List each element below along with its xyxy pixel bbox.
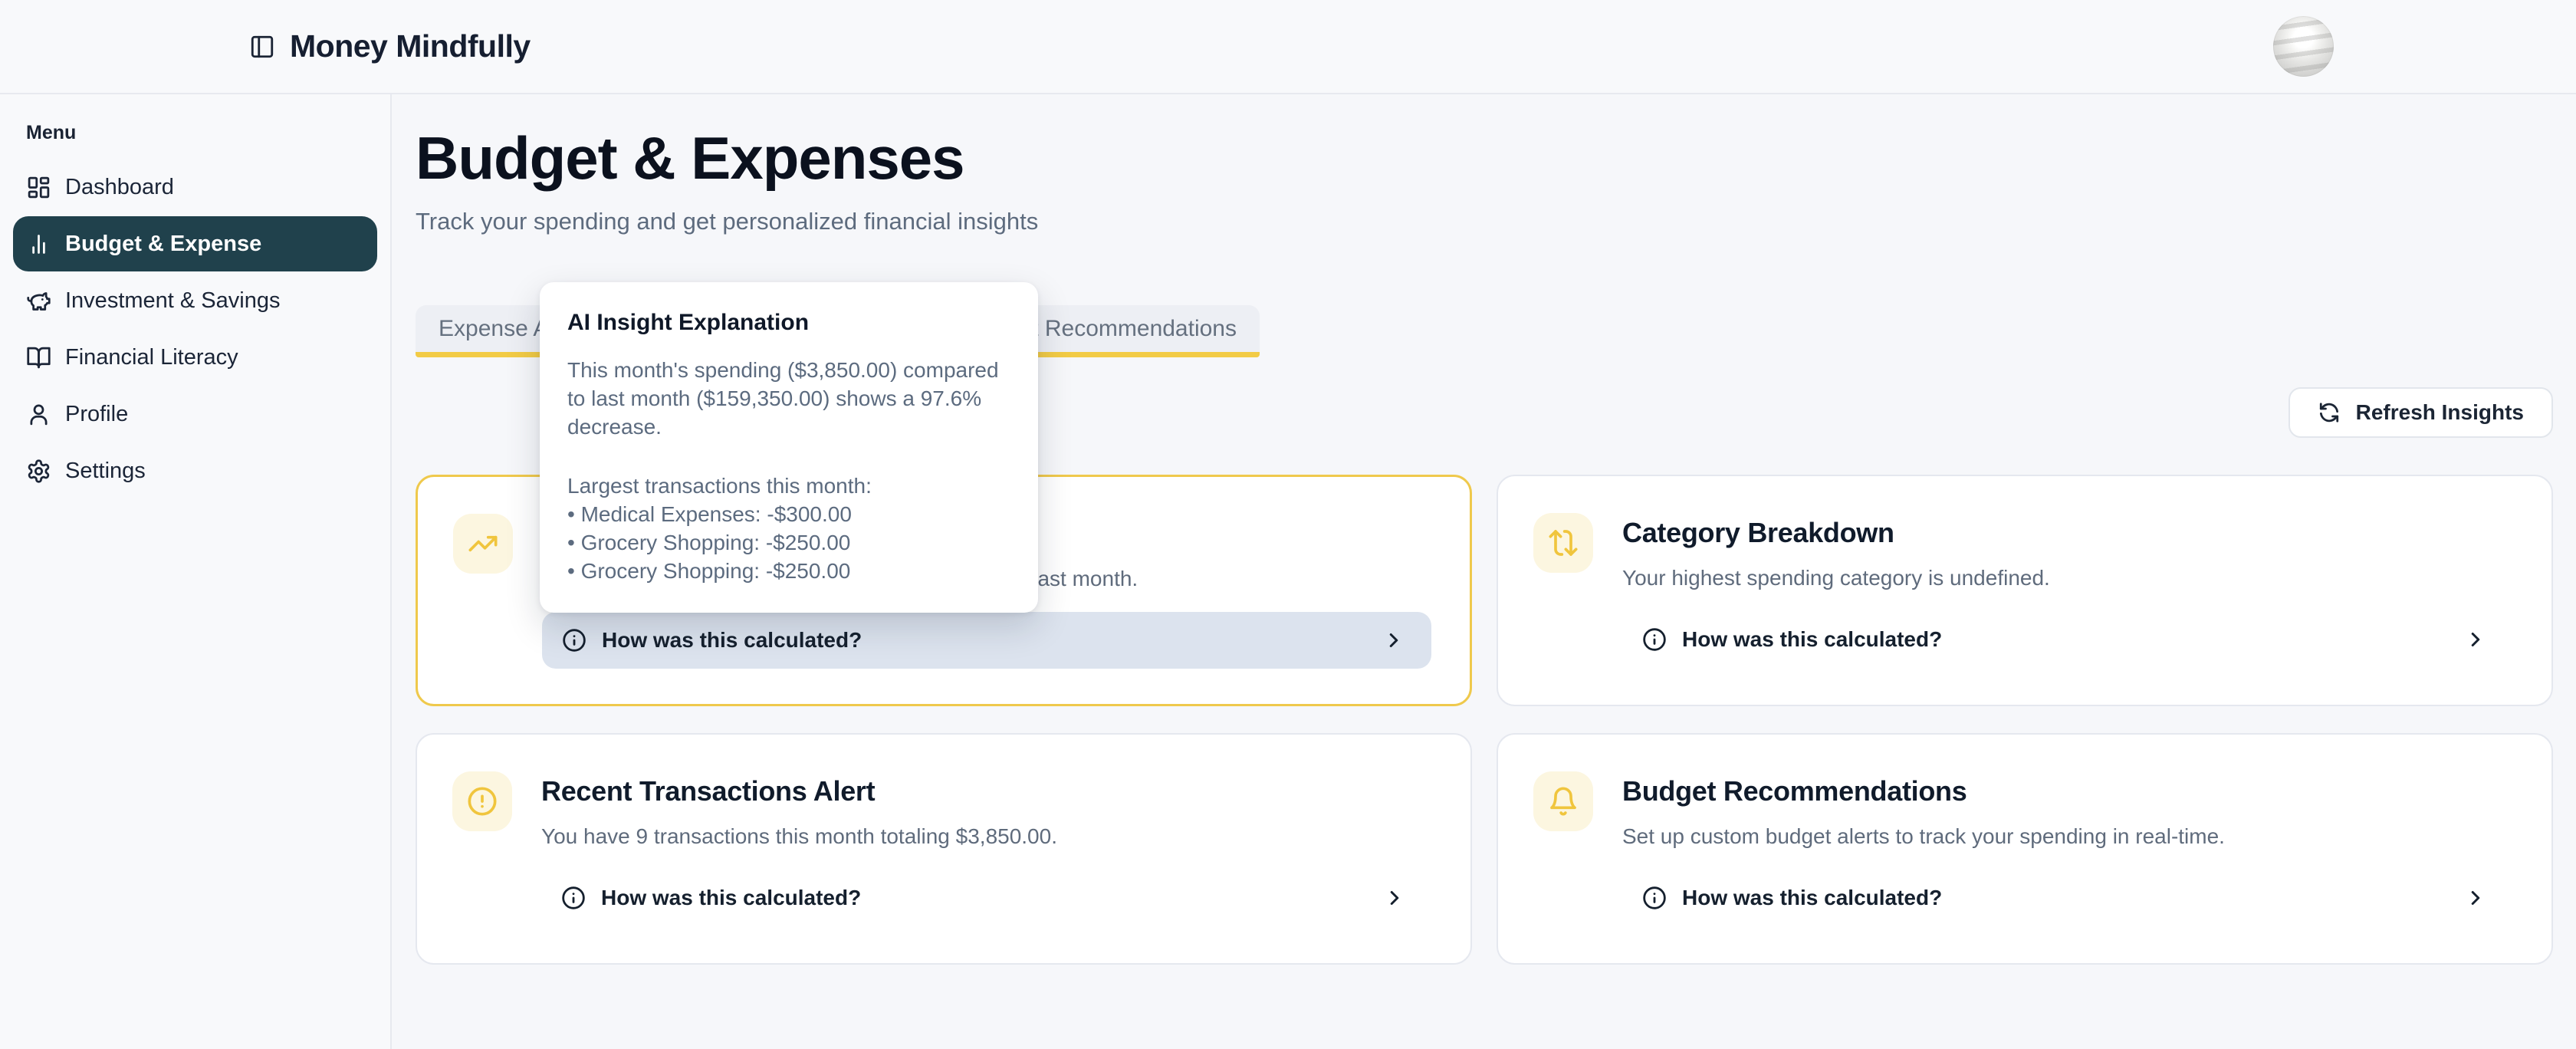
user-icon — [26, 402, 51, 427]
sidebar-item-investment-savings[interactable]: Investment & Savings — [13, 273, 377, 328]
card-description: Set up custom budget alerts to track you… — [1622, 822, 2513, 851]
refresh-icon — [2318, 401, 2341, 424]
how-calculated-label: How was this calculated? — [1682, 627, 1942, 652]
chevron-right-icon — [1383, 886, 1406, 909]
tooltip-paragraph: This month's spending ($3,850.00) compar… — [567, 356, 1010, 441]
page-title: Budget & Expenses — [416, 123, 2576, 192]
sidebar-item-budget-expense[interactable]: Budget & Expense — [13, 216, 377, 271]
gear-icon — [26, 459, 51, 484]
chevron-right-icon — [2464, 886, 2487, 909]
chevron-right-icon — [1382, 629, 1405, 652]
card-category-breakdown: Category Breakdown Your highest spending… — [1497, 475, 2553, 706]
piggy-bank-icon — [26, 288, 51, 314]
how-calculated-label: How was this calculated? — [1682, 886, 1942, 910]
tooltip-transactions-heading: Largest transactions this month: — [567, 472, 1010, 500]
how-calculated-button[interactable]: How was this calculated? — [1622, 611, 2513, 668]
tooltip-transaction-item: • Medical Expenses: -$300.00 — [567, 500, 1010, 528]
how-calculated-button[interactable]: How was this calculated? — [541, 870, 1432, 926]
tooltip-transaction-item: • Grocery Shopping: -$250.00 — [567, 528, 1010, 557]
app-header: Money Mindfully — [0, 0, 2576, 94]
info-icon — [562, 628, 586, 653]
sidebar-item-label: Profile — [65, 402, 128, 427]
chevron-right-icon — [2464, 628, 2487, 651]
sidebar-item-dashboard[interactable]: Dashboard — [13, 159, 377, 215]
user-avatar[interactable] — [2273, 16, 2334, 77]
how-calculated-label: How was this calculated? — [602, 628, 862, 653]
refresh-insights-button[interactable]: Refresh Insights — [2288, 387, 2553, 438]
sidebar-item-label: Investment & Savings — [65, 288, 280, 314]
card-description: Your highest spending category is undefi… — [1622, 564, 2513, 593]
tooltip-title: AI Insight Explanation — [567, 310, 1010, 336]
page-subtitle: Track your spending and get personalized… — [416, 205, 2576, 238]
sidebar-item-settings[interactable]: Settings — [13, 443, 377, 498]
app-title: Money Mindfully — [290, 28, 531, 64]
info-icon — [1642, 627, 1667, 652]
sidebar-toggle-button[interactable] — [247, 31, 278, 62]
main-content: Budget & Expenses Track your spending an… — [392, 94, 2576, 1049]
how-calculated-button[interactable]: How was this calculated? — [542, 612, 1431, 669]
info-icon — [1642, 886, 1667, 910]
sidebar-item-financial-literacy[interactable]: Financial Literacy — [13, 330, 377, 385]
panel-left-icon — [249, 34, 275, 60]
bar-chart-icon — [26, 232, 51, 257]
sidebar-menu-label: Menu — [26, 122, 390, 144]
info-icon — [561, 886, 586, 910]
sidebar: Menu Dashboard Budget & Expense Investme… — [0, 94, 392, 1049]
sidebar-item-label: Budget & Expense — [65, 232, 261, 257]
card-recent-transactions-alert: Recent Transactions Alert You have 9 tra… — [416, 733, 1472, 965]
card-description: You have 9 transactions this month total… — [541, 822, 1432, 851]
sidebar-item-profile[interactable]: Profile — [13, 386, 377, 442]
card-title: Budget Recommendations — [1622, 773, 2513, 810]
dashboard-icon — [26, 175, 51, 200]
alert-circle-icon — [452, 771, 512, 831]
sidebar-item-label: Dashboard — [65, 175, 174, 200]
ai-insight-tooltip: AI Insight Explanation This month's spen… — [540, 282, 1038, 613]
book-open-icon — [26, 345, 51, 370]
tooltip-transaction-item: • Grocery Shopping: -$250.00 — [567, 557, 1010, 585]
refresh-insights-label: Refresh Insights — [2356, 400, 2524, 425]
bell-icon — [1533, 771, 1593, 831]
card-budget-recommendations: Budget Recommendations Set up custom bud… — [1497, 733, 2553, 965]
trending-up-icon — [453, 514, 513, 574]
card-title: Recent Transactions Alert — [541, 773, 1432, 810]
repeat-icon — [1533, 513, 1593, 573]
sidebar-item-label: Financial Literacy — [65, 345, 238, 370]
sidebar-item-label: Settings — [65, 459, 146, 484]
how-calculated-button[interactable]: How was this calculated? — [1622, 870, 2513, 926]
card-title: Category Breakdown — [1622, 515, 2513, 551]
how-calculated-label: How was this calculated? — [601, 886, 861, 910]
